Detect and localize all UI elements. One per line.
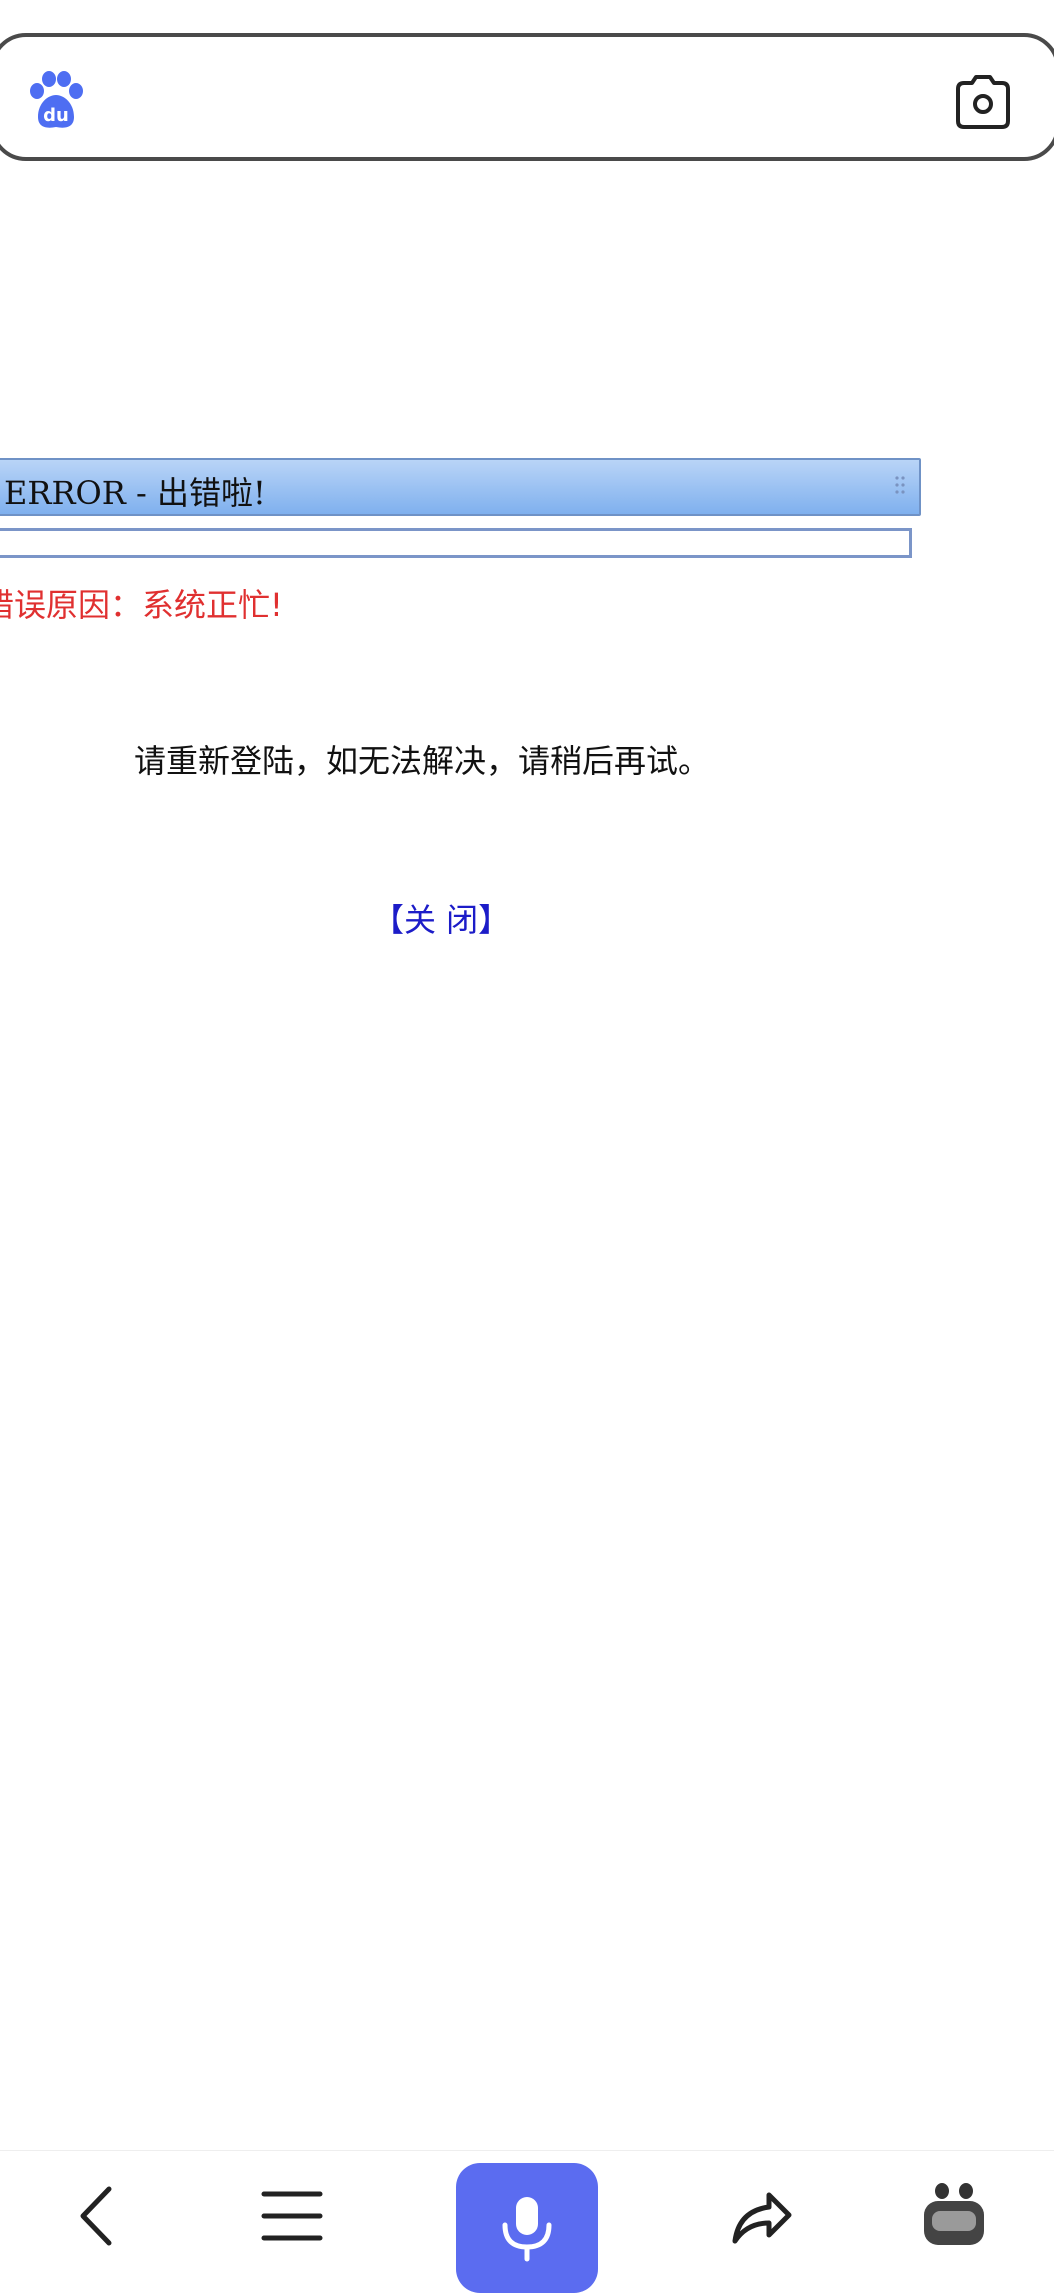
share-button[interactable] [700, 2151, 820, 2281]
error-reason: 错误原因：系统正忙! [0, 586, 283, 624]
camera-icon[interactable] [948, 67, 1018, 137]
menu-icon [261, 2191, 323, 2241]
search-bar[interactable]: du [0, 33, 1054, 161]
share-icon [732, 2192, 792, 2244]
svg-text:du: du [43, 105, 69, 126]
error-message: 请重新登陆，如无法解决，请稍后再试。 [134, 742, 711, 780]
microphone-icon [502, 2197, 552, 2262]
bottom-navigation [0, 2150, 1054, 2293]
error-dialog-title-bar: ERROR - 出错啦! [0, 458, 921, 516]
menu-button[interactable] [232, 2151, 352, 2281]
back-icon [80, 2186, 112, 2246]
drag-handle-icon[interactable] [893, 474, 907, 496]
baidu-paw-icon[interactable]: du [24, 67, 88, 131]
mascot-icon [924, 2183, 984, 2245]
back-button[interactable] [36, 2151, 156, 2281]
error-detail-box [0, 528, 912, 558]
close-link[interactable]: 【关 闭】 [372, 895, 510, 941]
voice-search-button[interactable] [456, 2163, 598, 2293]
mascot-button[interactable] [894, 2151, 1014, 2281]
error-dialog-title: ERROR - 出错啦! [4, 474, 266, 512]
